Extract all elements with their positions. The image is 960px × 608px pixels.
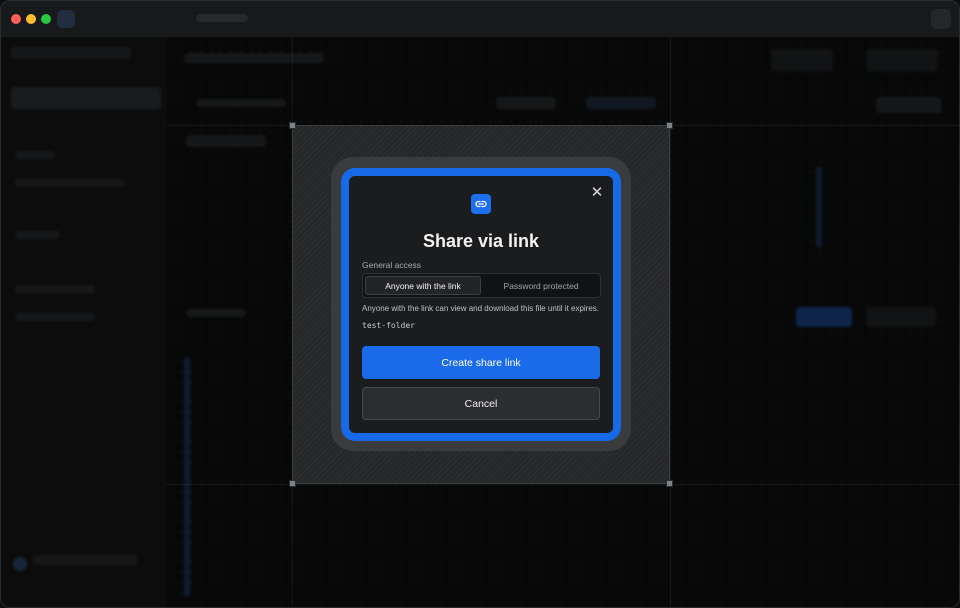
window-title-placeholder <box>196 14 248 22</box>
access-hint: Anyone with the link can view and downlo… <box>362 304 600 313</box>
resize-handle[interactable] <box>666 122 673 129</box>
minimize-window-button[interactable] <box>26 14 36 24</box>
toolbar-button-placeholder <box>931 9 951 29</box>
access-option-anyone[interactable]: Anyone with the link <box>365 276 481 295</box>
close-icon[interactable]: ✕ <box>589 185 605 201</box>
access-segmented-control: Anyone with the link Password protected <box>362 273 601 298</box>
maximize-window-button[interactable] <box>41 14 51 24</box>
create-share-link-button[interactable]: Create share link <box>362 346 600 379</box>
share-dialog: ✕ Share via link General access Anyone w… <box>349 176 613 433</box>
close-window-button[interactable] <box>11 14 21 24</box>
link-icon <box>471 194 491 214</box>
shared-item-name: test-folder <box>362 321 415 330</box>
resize-handle[interactable] <box>666 480 673 487</box>
guide-line <box>166 484 959 485</box>
app-logo-icon <box>57 10 75 28</box>
dialog-title: Share via link <box>422 231 540 251</box>
app-window: ✕ Share via link General access Anyone w… <box>0 0 960 608</box>
general-access-label: General access <box>362 260 422 270</box>
title-bar <box>1 1 959 37</box>
cancel-button[interactable]: Cancel <box>362 387 600 420</box>
resize-handle[interactable] <box>289 480 296 487</box>
resize-handle[interactable] <box>289 122 296 129</box>
access-option-password[interactable]: Password protected <box>483 276 599 295</box>
